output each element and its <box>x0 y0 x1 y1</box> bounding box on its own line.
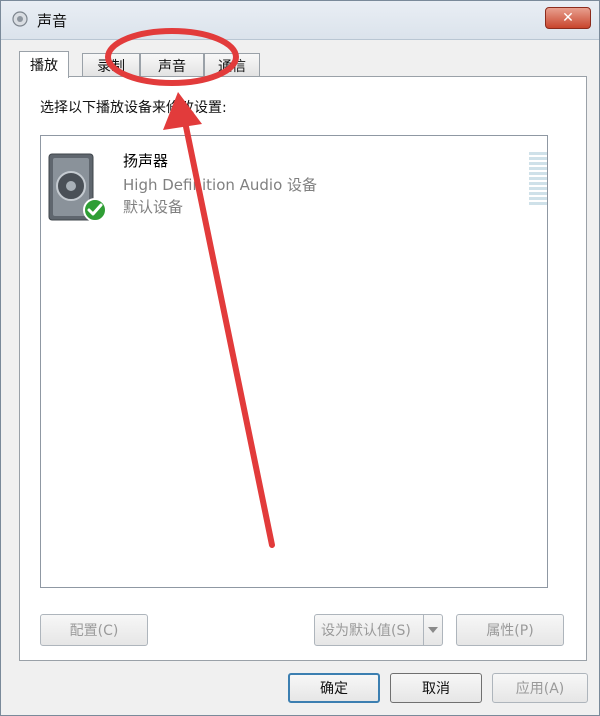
tab-recording[interactable]: 录制 <box>82 53 140 77</box>
ok-button[interactable]: 确定 <box>288 673 380 703</box>
speaker-icon <box>48 153 107 222</box>
set-default-button[interactable]: 设为默认值(S) <box>314 614 443 646</box>
close-icon: ✕ <box>562 10 574 26</box>
device-status: 默认设备 <box>123 198 184 216</box>
close-button[interactable]: ✕ <box>545 7 591 29</box>
device-description: High Definition Audio 设备 <box>123 176 318 194</box>
properties-button[interactable]: 属性(P) <box>456 614 564 646</box>
window-title: 声音 <box>37 12 68 30</box>
apply-button[interactable]: 应用(A) <box>492 673 588 703</box>
sound-app-icon <box>12 11 28 27</box>
playback-panel: 选择以下播放设备来修改设置: 扬声器 High Definition Audio… <box>19 76 587 661</box>
tab-communications[interactable]: 通信 <box>204 53 260 77</box>
tab-sounds[interactable]: 声音 <box>140 53 204 77</box>
device-name: 扬声器 <box>123 152 169 170</box>
chevron-down-icon <box>428 627 438 633</box>
device-item-speakers[interactable]: 扬声器 High Definition Audio 设备 默认设备 <box>45 144 547 230</box>
sound-dialog: 声音 ✕ 播放 录制 声音 通信 选择以下播放设备来修改设置: 扬声器 High… <box>0 0 600 716</box>
cancel-button[interactable]: 取消 <box>390 673 482 703</box>
set-default-label: 设为默认值(S) <box>321 623 411 639</box>
set-default-dropdown[interactable] <box>423 615 442 645</box>
tab-playback[interactable]: 播放 <box>19 51 69 78</box>
volume-meter <box>529 152 547 205</box>
title-bar[interactable]: 声音 ✕ <box>1 1 599 40</box>
device-list[interactable]: 扬声器 High Definition Audio 设备 默认设备 <box>40 135 548 588</box>
instruction-text: 选择以下播放设备来修改设置: <box>40 100 227 116</box>
configure-button[interactable]: 配置(C) <box>40 614 148 646</box>
